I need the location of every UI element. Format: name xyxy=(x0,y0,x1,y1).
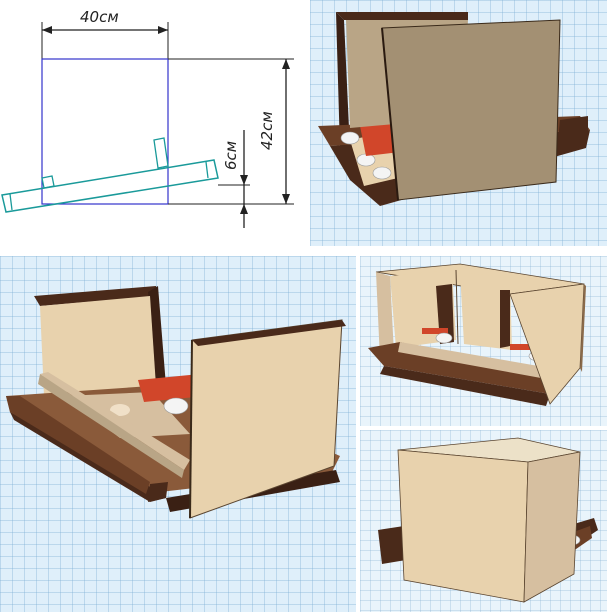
egg-3 xyxy=(372,166,392,180)
dimension-drawing: 40см 42см 6см xyxy=(1,8,294,228)
back-frame-top xyxy=(336,12,468,20)
box-front-face xyxy=(397,449,529,603)
egg-1 xyxy=(435,332,453,344)
tray-back-stop xyxy=(153,137,169,169)
tray-end-left xyxy=(9,193,13,211)
render-panel-top-right xyxy=(310,0,607,246)
render-panel-middle-right xyxy=(360,256,607,426)
height-arrow-top xyxy=(282,59,290,69)
tilt-arrow-bottom xyxy=(240,204,248,214)
render-nest-box-closed xyxy=(378,437,598,603)
egg-1 xyxy=(340,131,360,145)
front-door-panel xyxy=(189,319,343,519)
render-panel-bottom-right xyxy=(360,430,607,612)
box-right-face xyxy=(523,451,581,603)
dimension-drawing-panel: 40см 42см 6см xyxy=(0,0,306,246)
tilt-arrow-top xyxy=(240,175,248,185)
compartment-right-shadow xyxy=(500,290,510,348)
tray-front-lip xyxy=(41,175,55,189)
tilt-label: 6см xyxy=(222,141,240,170)
render-panel-left xyxy=(0,256,356,612)
tray-left-end xyxy=(148,482,168,502)
width-label: 40см xyxy=(80,8,119,26)
egg-1 xyxy=(163,397,189,415)
width-arrow-right xyxy=(158,26,168,34)
render-open-nest-side xyxy=(318,12,590,206)
nest-frame-outline xyxy=(41,58,169,205)
height-label: 42см xyxy=(258,111,276,150)
tray-end-right xyxy=(205,161,209,179)
front-door-panel xyxy=(381,19,561,201)
render-open-nest-large xyxy=(6,286,346,519)
height-arrow-bottom xyxy=(282,194,290,204)
render-nest-box-front xyxy=(368,263,586,406)
width-arrow-left xyxy=(42,26,52,34)
